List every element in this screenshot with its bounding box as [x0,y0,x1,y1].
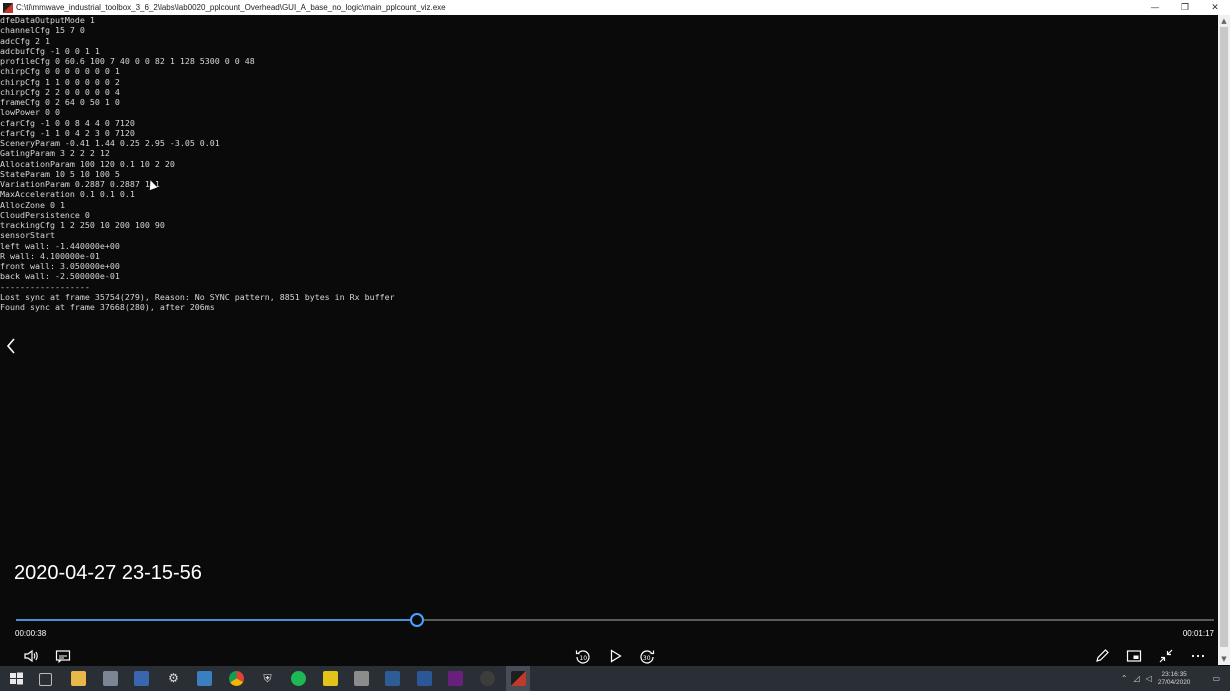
console-line: AllocationParam 100 120 0.1 10 2 20 [0,158,175,169]
console-line: StateParam 10 5 10 100 5 [0,168,120,179]
console-line: Found sync at frame 37668(280), after 20… [0,302,215,312]
pplcount-viz-icon[interactable] [511,671,526,686]
app-icon-round[interactable] [480,671,495,686]
console-line: profileCfg 0 60.6 100 7 40 0 0 82 1 128 … [0,56,255,66]
calculator-icon[interactable] [354,671,369,686]
more-icon [1191,654,1205,658]
more-options-button[interactable] [1189,647,1207,665]
window-titlebar: C:\ti\mmwave_industrial_toolbox_3_6_2\la… [0,0,1230,15]
visual-studio-icon[interactable] [448,671,463,686]
console-line: frameCfg 0 2 64 0 50 1 0 [0,97,120,107]
app-icon-gray[interactable] [103,671,118,686]
taskbar-clock[interactable]: 23:16:35 27/04/2020 [1158,671,1191,687]
clock-date: 27/04/2020 [1157,678,1191,686]
window-title: C:\ti\mmwave_industrial_toolbox_3_6_2\la… [16,3,446,12]
sticky-notes-icon[interactable] [323,671,338,686]
mini-view-icon [1126,650,1142,662]
windows-start-icon[interactable] [9,671,24,686]
system-tray: ⌃ ◿ ◁ 23:16:35 27/04/2020 ▭ [1121,666,1230,691]
minimize-button[interactable]: — [1140,0,1170,15]
file-explorer-icon[interactable] [71,671,86,686]
console-line: ------------------ [0,281,90,292]
app-icon-photo[interactable] [385,671,400,686]
scrollbar-thumb[interactable] [1220,27,1228,647]
seek-bar-handle[interactable] [409,613,424,627]
edit-button[interactable] [1093,647,1111,665]
tray-chevron-icon[interactable]: ⌃ [1121,674,1128,683]
console-line: chirpCfg 2 2 0 0 0 0 0 4 [0,86,120,97]
chrome-icon[interactable] [229,671,244,686]
console-line: chirpCfg 1 1 0 0 0 0 0 2 [0,76,120,87]
video-timestamp: 2020-04-27 23-15-56 [14,562,202,584]
console-line: Lost sync at frame 35754(279), Reason: N… [0,291,395,302]
taskbar: ⚙ ⛨ ⌃ ◿ ◁ 23:16:35 27/04/2020 ▭ [0,666,1230,691]
seek-bar[interactable] [16,613,1214,627]
console-output: dfeDataOutputMode 1 channelCfg 15 7 0 adcC… [0,15,1218,555]
mini-view-button[interactable] [1125,647,1143,665]
scroll-down-icon[interactable]: ▼ [1218,653,1230,665]
skip-back-label: 10 [579,655,587,662]
console-line: back wall: -2.500000e-01 [0,271,120,282]
spotify-icon[interactable] [291,671,306,686]
console-line: adcbufCfg -1 0 0 1 1 [0,45,100,56]
captions-icon [55,650,71,664]
console-line: VariationParam 0.2887 0.2887 1 1 [0,179,160,189]
shield-icon[interactable]: ⛨ [260,671,275,686]
console-line: dfeDataOutputMode 1 [0,15,95,25]
volume-button[interactable] [22,647,40,665]
play-button[interactable] [606,647,624,665]
console-line: chirpCfg 0 0 0 0 0 0 0 1 [0,66,120,77]
skip-forward-button[interactable]: 30 [638,647,656,665]
play-icon [610,649,622,663]
console-line: CloudPersistence 0 [0,209,90,220]
exit-fullscreen-icon [1159,649,1173,663]
app-icon-blue[interactable] [197,671,212,686]
console-line: GatingParam 3 2 2 2 12 [0,148,110,159]
window-controls: — ❐ ✕ [1140,0,1230,15]
console-line: AllocZone 0 1 [0,199,65,210]
console-line: sensorStart [0,230,55,241]
speaker-icon[interactable]: ◁ [1146,674,1152,683]
console-line: lowPower 0 0 [0,107,60,118]
console-line: left wall: -1.440000e+00 [0,240,120,251]
skip-forward-30-icon: 30 [640,650,655,664]
current-time: 00:00:38 [15,629,47,638]
console-line: R wall: 4.100000e-01 [0,250,100,261]
seek-bar-progress [16,619,417,621]
clock-time: 23:16:35 [1161,670,1187,678]
console-line: MaxAcceleration 0.1 0.1 0.1 [0,189,135,200]
skip-back-10-icon: 10 [575,650,590,664]
restore-button[interactable]: ❐ [1170,0,1200,15]
pencil-icon [1096,649,1109,662]
vertical-scrollbar[interactable]: ▲ ▼ [1218,15,1230,665]
console-line: cfarCfg -1 1 0 4 2 3 0 7120 [0,127,135,138]
skip-forward-label: 30 [643,655,651,662]
app-icon [3,2,13,13]
powershell-icon[interactable] [134,671,149,686]
skip-back-button[interactable]: 10 [574,647,592,665]
notification-icon[interactable]: ▭ [1212,674,1220,683]
task-view-icon[interactable] [39,673,52,686]
back-chevron-icon[interactable] [4,336,18,356]
word-icon[interactable] [417,671,432,686]
console-line: SceneryParam -0.41 1.44 0.25 2.95 -3.05 … [0,138,220,148]
close-button[interactable]: ✕ [1200,0,1230,15]
console-line: adcCfg 2 1 [0,35,50,46]
console-line: front wall: 3.050000e+00 [0,261,120,271]
total-time: 00:01:17 [1182,629,1214,638]
exit-fullscreen-button[interactable] [1157,647,1175,665]
console-line: trackingCfg 1 2 250 10 200 100 90 [0,220,165,230]
captions-button[interactable] [54,647,72,665]
scroll-up-icon[interactable]: ▲ [1218,15,1230,27]
settings-gear-icon[interactable]: ⚙ [166,671,181,686]
network-icon[interactable]: ◿ [1134,674,1140,683]
console-line: cfarCfg -1 0 0 8 4 4 0 7120 [0,117,135,128]
console-line: channelCfg 15 7 0 [0,25,85,36]
volume-icon [24,649,38,663]
